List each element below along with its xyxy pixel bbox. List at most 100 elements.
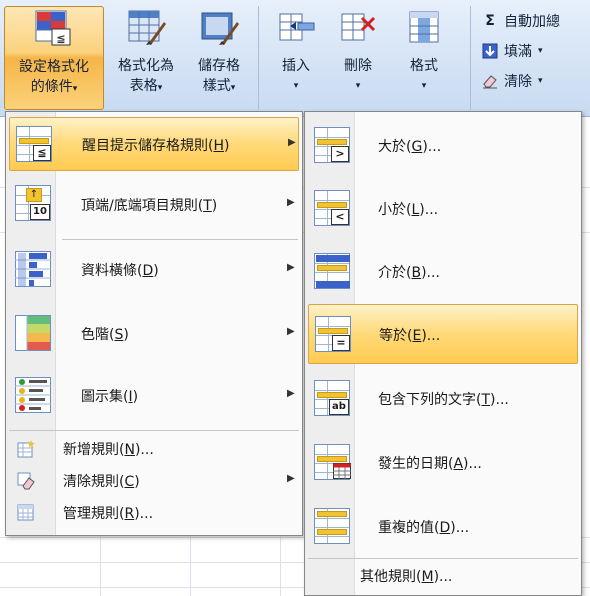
submenu-arrow-icon: ▶ xyxy=(287,326,295,337)
between-icon xyxy=(314,253,350,289)
menu-item-clear-rules[interactable]: 清除規則(C) ▶ xyxy=(9,468,299,494)
menu-item-accel: T xyxy=(203,198,212,214)
fill-down-icon xyxy=(482,43,498,59)
format-as-table-icon xyxy=(126,8,166,48)
menu-separator xyxy=(308,558,578,559)
format-as-table-label-1: 格式化為 xyxy=(118,58,174,74)
menu-item-accel: D xyxy=(142,263,154,279)
conditional-formatting-label-1: 設定格式化 xyxy=(19,59,89,75)
submenu-item-label: 大於 xyxy=(378,139,406,155)
highlight-cell-rules-submenu: > 大於(G)... < 小於(L)... 介於(B)... = 等於(E)..… xyxy=(304,111,582,596)
submenu-item-between[interactable]: 介於(B)... xyxy=(308,243,578,299)
autosum-button[interactable]: Σ 自動加總 xyxy=(482,10,560,32)
submenu-item-suffix: ... xyxy=(455,520,470,536)
cell-styles-icon xyxy=(199,8,239,48)
menu-separator xyxy=(9,430,299,431)
ribbon-group-separator xyxy=(470,6,471,110)
format-as-table-label-2: 表格 xyxy=(129,78,158,94)
submenu-item-greater-than[interactable]: > 大於(G)... xyxy=(308,117,578,173)
cell-styles-label-2: 樣式 xyxy=(202,78,231,94)
menu-item-suffix: ... xyxy=(140,442,154,458)
menu-item-data-bars[interactable]: 資料橫條(D) ▶ xyxy=(9,243,299,297)
chevron-down-icon: ▾ xyxy=(293,81,299,91)
menu-item-accel: N xyxy=(124,442,135,458)
submenu-item-suffix: ... xyxy=(495,392,509,408)
submenu-item-label: 包含下列的文字 xyxy=(378,392,476,408)
submenu-arrow-icon: ▶ xyxy=(288,137,296,148)
highlight-rules-icon: ≦ xyxy=(16,126,52,162)
menu-item-label: 頂端/底端項目規則 xyxy=(81,198,198,214)
menu-item-label: 清除規則 xyxy=(63,474,119,490)
calendar-date-icon xyxy=(314,444,351,480)
delete-button[interactable]: 刪除 ▾ xyxy=(330,6,386,110)
manage-rules-icon xyxy=(17,504,35,526)
submenu-item-duplicate-values[interactable]: 重複的值(D)... xyxy=(308,498,578,554)
submenu-item-label: 發生的日期 xyxy=(378,456,448,472)
menu-item-top-bottom-rules[interactable]: ↑ 10 頂端/底端項目規則(T) ▶ xyxy=(9,177,299,233)
ribbon-group-separator xyxy=(258,6,259,110)
menu-item-label: 色階 xyxy=(81,327,109,343)
submenu-item-equal-to[interactable]: = 等於(E)... xyxy=(308,304,578,364)
delete-label: 刪除 xyxy=(344,58,372,74)
submenu-item-accel: E xyxy=(412,328,422,344)
less-than-icon: < xyxy=(314,190,350,226)
greater-than-icon: > xyxy=(314,127,350,163)
svg-text:≦: ≦ xyxy=(56,32,65,45)
cell-styles-button[interactable]: 儲存格 樣式▾ xyxy=(186,6,252,110)
conditional-formatting-button[interactable]: ≦ 設定格式化 的條件▾ xyxy=(4,6,104,110)
menu-separator xyxy=(62,239,298,240)
submenu-item-accel: M xyxy=(421,569,434,585)
submenu-item-more-rules[interactable]: 其他規則(M)... xyxy=(308,562,578,590)
fill-button[interactable]: 填滿 ▾ xyxy=(482,40,543,62)
top-bottom-rules-icon: ↑ 10 xyxy=(15,185,51,221)
menu-item-accel: I xyxy=(128,389,133,405)
submenu-item-suffix: ... xyxy=(439,569,453,585)
submenu-item-accel: A xyxy=(453,456,464,472)
menu-item-label: 管理規則 xyxy=(63,506,119,522)
format-as-table-button[interactable]: 格式化為 表格▾ xyxy=(108,6,184,110)
chevron-down-icon: ▾ xyxy=(157,83,163,93)
ribbon: ≦ 設定格式化 的條件▾ 格式化為 表格▾ 儲存格 樣式▾ 插入 ▾ 刪除 ▾ … xyxy=(0,0,590,117)
color-scales-icon xyxy=(15,315,51,355)
submenu-item-suffix: ... xyxy=(424,202,439,218)
submenu-item-suffix: ... xyxy=(426,328,441,344)
delete-cells-icon xyxy=(338,8,378,48)
menu-item-manage-rules[interactable]: 管理規則(R)... xyxy=(9,500,299,526)
format-button[interactable]: 格式 ▾ xyxy=(394,6,454,110)
menu-item-label: 新增規則 xyxy=(63,442,119,458)
submenu-item-accel: B xyxy=(411,265,422,281)
conditional-formatting-icon: ≦ xyxy=(34,9,74,49)
fill-label: 填滿 xyxy=(504,44,532,60)
menu-item-accel: H xyxy=(213,138,224,154)
top10-badge: 10 xyxy=(30,204,50,220)
format-label: 格式 xyxy=(410,58,438,74)
chevron-down-icon: ▾ xyxy=(355,81,361,91)
menu-item-icon-sets[interactable]: 圖示集(I) ▶ xyxy=(9,369,299,423)
data-bars-icon xyxy=(15,251,51,291)
chevron-down-icon: ▾ xyxy=(538,46,543,56)
submenu-item-label: 其他規則 xyxy=(360,569,416,585)
chevron-down-icon: ▾ xyxy=(538,76,543,86)
insert-label: 插入 xyxy=(282,58,310,74)
autosum-label: 自動加總 xyxy=(504,14,560,30)
menu-item-color-scales[interactable]: 色階(S) ▶ xyxy=(9,307,299,361)
submenu-item-less-than[interactable]: < 小於(L)... xyxy=(308,180,578,236)
menu-item-new-rule[interactable]: 新增規則(N)... xyxy=(9,436,299,462)
clear-button[interactable]: 清除 ▾ xyxy=(482,70,543,92)
menu-item-highlight-cell-rules[interactable]: ≦ 醒目提示儲存格規則(H) ▶ xyxy=(9,117,299,171)
equal-to-icon: = xyxy=(315,316,351,352)
conditional-formatting-label-2: 的條件 xyxy=(30,79,73,95)
eraser-icon xyxy=(482,73,498,89)
submenu-item-label: 等於 xyxy=(379,328,407,344)
submenu-arrow-icon: ▶ xyxy=(287,262,295,273)
text-contains-icon: ab xyxy=(314,380,350,416)
submenu-arrow-icon: ▶ xyxy=(287,388,295,399)
insert-button[interactable]: 插入 ▾ xyxy=(268,6,324,110)
submenu-item-text-contains[interactable]: ab 包含下列的文字(T)... xyxy=(308,370,578,426)
icon-sets-icon xyxy=(15,377,51,417)
submenu-item-suffix: ... xyxy=(468,456,482,472)
submenu-item-date-occurring[interactable]: 發生的日期(A)... xyxy=(308,434,578,490)
format-cells-icon xyxy=(404,8,444,48)
clear-rules-icon xyxy=(17,472,35,494)
submenu-item-label: 介於 xyxy=(378,265,406,281)
